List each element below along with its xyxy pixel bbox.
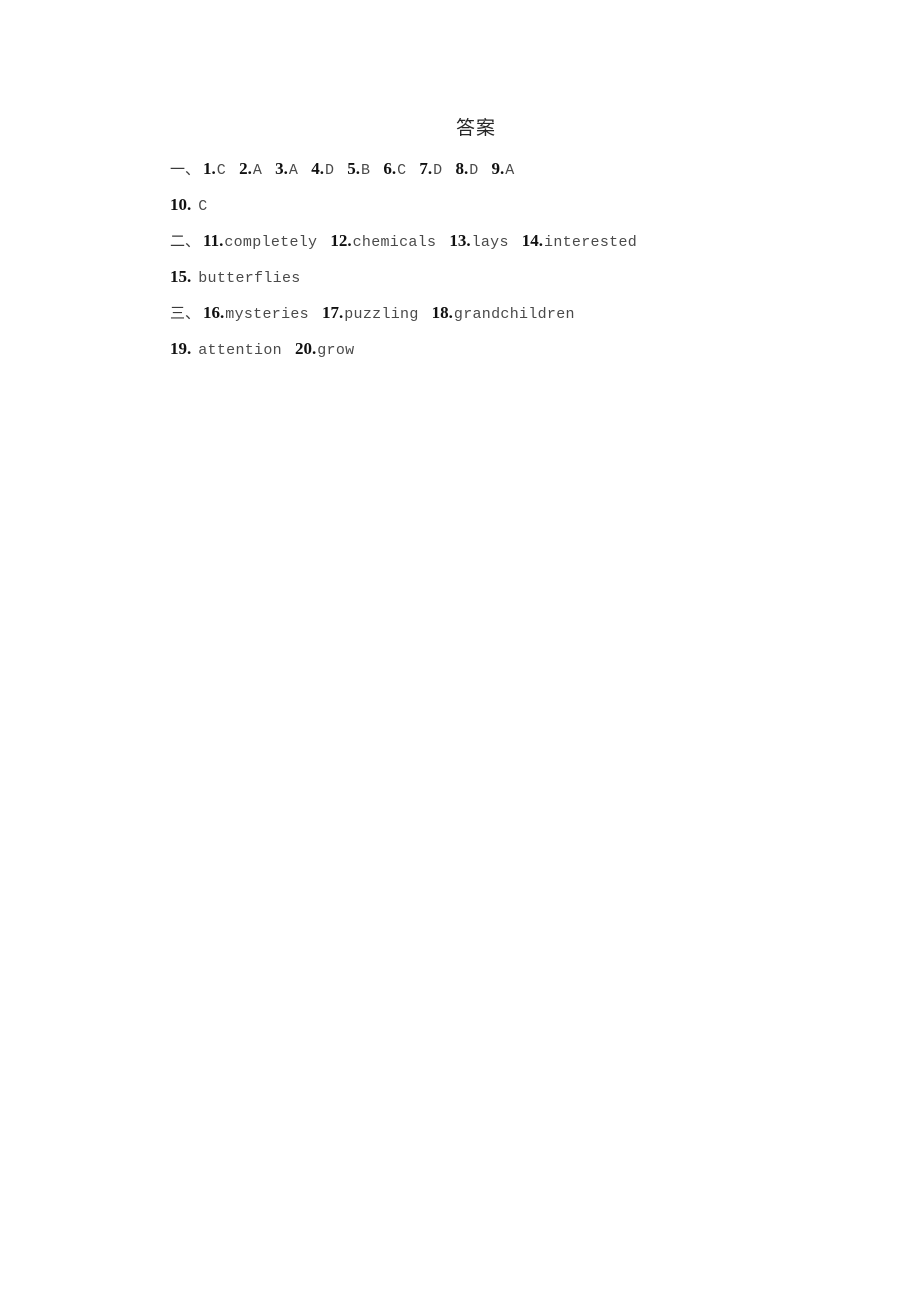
answer-item: 12.chemicals bbox=[330, 226, 436, 258]
answer-item-value: attention bbox=[198, 342, 282, 359]
answer-item-value: D bbox=[433, 162, 443, 179]
answer-item-value: lays bbox=[471, 234, 509, 251]
answer-item-number: 10. bbox=[170, 195, 192, 214]
answer-item-number: 14. bbox=[521, 231, 544, 250]
answer-item-value: D bbox=[324, 162, 335, 179]
answer-line: 15. butterflies bbox=[170, 262, 870, 298]
answer-item: 14.interested bbox=[522, 226, 637, 258]
answer-item-number: 4. bbox=[311, 159, 324, 178]
answer-item-number: 13. bbox=[449, 231, 471, 250]
answer-item-number: 19. bbox=[170, 339, 192, 358]
answer-item-value: completely bbox=[224, 234, 318, 251]
answer-item-value: butterflies bbox=[198, 270, 301, 287]
answer-key-body: 一、 1.C 2.A 3.A 4.D 5.B 6.C 7.D 8.D 9.A 10. C 二、 11.co… bbox=[170, 154, 870, 370]
answer-item: 15. butterflies bbox=[170, 262, 301, 294]
answer-item: 11.completely bbox=[203, 226, 317, 258]
answer-item-value: puzzling bbox=[344, 306, 419, 323]
answer-item-value: grandchildren bbox=[453, 306, 575, 323]
answer-item: 8.D bbox=[455, 154, 478, 186]
answer-item: 10. C bbox=[170, 190, 208, 222]
answer-item-number: 16. bbox=[203, 303, 225, 322]
answer-item-number: 7. bbox=[419, 159, 433, 178]
answer-item-number: 9. bbox=[491, 159, 505, 178]
answer-item: 19. attention bbox=[170, 334, 282, 366]
answer-item-value: chemicals bbox=[352, 234, 437, 251]
answer-item-number: 6. bbox=[383, 159, 397, 178]
answer-item-number: 17. bbox=[321, 303, 344, 322]
answer-line: 一、 1.C 2.A 3.A 4.D 5.B 6.C 7.D 8.D 9.A bbox=[170, 154, 870, 190]
answer-item-value: C bbox=[397, 162, 407, 179]
answer-item: 2.A bbox=[239, 154, 262, 186]
answer-item-number: 8. bbox=[455, 159, 469, 178]
page-title: 答案 bbox=[455, 117, 496, 139]
answer-item-value: grow bbox=[317, 342, 355, 359]
answer-item: 3.A bbox=[275, 154, 298, 186]
answer-item-number: 15. bbox=[170, 267, 192, 286]
answer-item-value: mysteries bbox=[225, 306, 309, 323]
answer-item-value: A bbox=[288, 162, 299, 179]
answer-item: 7.D bbox=[419, 154, 442, 186]
answer-item: 18.grandchildren bbox=[432, 298, 575, 330]
answer-line: 三、 16.mysteries 17.puzzling 18.grandchildre… bbox=[170, 298, 870, 334]
answer-item-value: D bbox=[469, 162, 479, 179]
answer-item: 1.C bbox=[203, 154, 226, 186]
answer-item-number: 1. bbox=[203, 159, 216, 178]
answer-item-number: 12. bbox=[330, 231, 352, 250]
section-marker: 一、 bbox=[170, 160, 201, 178]
answer-item-number: 5. bbox=[347, 159, 361, 178]
answer-item-number: 3. bbox=[275, 159, 288, 178]
section-marker: 三、 bbox=[170, 304, 201, 322]
answer-item-value: B bbox=[361, 162, 371, 179]
answer-item: 9.A bbox=[492, 154, 515, 186]
section-marker: 二、 bbox=[170, 232, 201, 250]
answer-item: 4.D bbox=[311, 154, 334, 186]
answer-item: 13.lays bbox=[449, 226, 508, 258]
answer-line: 二、 11.completely 12.chemicals 13.lays 14.int… bbox=[170, 226, 870, 262]
answer-item-number: 2. bbox=[239, 159, 252, 178]
answer-item-value: C bbox=[198, 198, 208, 215]
answer-item-value: A bbox=[252, 162, 263, 179]
answer-item-value: interested bbox=[544, 234, 638, 251]
answer-line: 19. attention 20.grow bbox=[170, 334, 870, 370]
answer-item-value: A bbox=[505, 162, 515, 179]
answer-item: 5.B bbox=[347, 154, 370, 186]
answer-item: 6.C bbox=[383, 154, 406, 186]
answer-item-number: 18. bbox=[431, 303, 453, 322]
answer-item: 17.puzzling bbox=[322, 298, 419, 330]
answer-item: 16.mysteries bbox=[203, 298, 309, 330]
answer-item-value: C bbox=[216, 162, 227, 179]
answer-item-number: 11. bbox=[203, 231, 224, 250]
answer-item: 20.grow bbox=[295, 334, 354, 366]
document-page: 答案 一、 1.C 2.A 3.A 4.D 5.B 6.C 7.D 8.D 9.A 10. C 二、 11… bbox=[0, 0, 920, 1302]
answer-item-number: 20. bbox=[294, 339, 317, 358]
answer-line: 10. C bbox=[170, 190, 870, 226]
